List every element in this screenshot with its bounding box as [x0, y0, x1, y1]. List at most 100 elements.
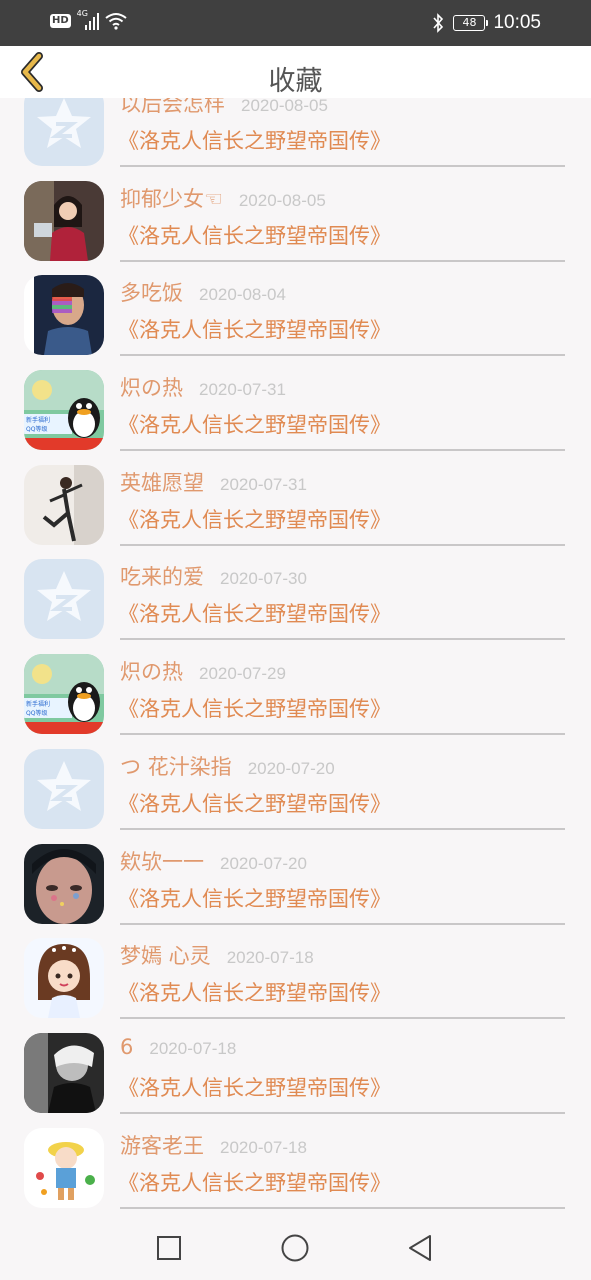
- list-item[interactable]: 多吃饭 2020-08-04 《洛克人信长之野望帝国传》: [0, 263, 591, 358]
- item-header: 多吃饭 2020-08-04: [120, 277, 286, 307]
- divider: [120, 827, 565, 830]
- system-back-button[interactable]: [405, 1233, 435, 1263]
- game-title[interactable]: 《洛克人信长之野望帝国传》: [118, 693, 391, 723]
- page-title: 收藏: [268, 66, 323, 97]
- item-date: 2020-08-05: [241, 98, 328, 115]
- home-button[interactable]: [280, 1233, 310, 1263]
- bluetooth-icon: [433, 13, 444, 33]
- user-name: 梦嫣 心灵: [120, 944, 211, 969]
- square-icon: [157, 1236, 181, 1260]
- item-date: 2020-07-29: [199, 664, 286, 684]
- item-header: 欸欤一一 2020-07-20: [120, 846, 307, 876]
- triangle-back-icon: [409, 1235, 431, 1261]
- clock: 10:05: [493, 12, 541, 33]
- item-header: 抑郁少女☜ 2020-08-05: [120, 183, 326, 213]
- user-name: 英雄愿望: [120, 470, 204, 495]
- user-name: 炽の热: [120, 660, 183, 685]
- divider: [120, 354, 565, 357]
- divider: [120, 449, 565, 452]
- app-header: 收藏: [0, 46, 591, 98]
- item-date: 2020-08-05: [238, 190, 326, 210]
- signal-icon: 4G: [77, 9, 99, 30]
- item-header: つ 花汁染指 2020-07-20: [120, 751, 335, 781]
- divider: [120, 1206, 565, 1209]
- user-name: 以后会怎样: [120, 98, 225, 116]
- hd-badge: HD: [50, 14, 71, 28]
- item-date: 2020-07-20: [247, 758, 335, 778]
- item-header: 以后会怎样 2020-08-05: [120, 98, 328, 118]
- list-item[interactable]: 新手福利 QQ等级 炽の热 2020-07-31 《洛克人信长之野望帝国传》: [0, 358, 591, 453]
- item-date: 2020-07-31: [220, 474, 307, 494]
- game-title[interactable]: 《洛克人信长之野望帝国传》: [118, 314, 391, 344]
- item-header: 炽の热 2020-07-31: [120, 372, 286, 402]
- item-date: 2020-08-04: [199, 285, 286, 305]
- game-title[interactable]: 《洛克人信长之野望帝国传》: [118, 1167, 391, 1197]
- avatar[interactable]: [24, 843, 104, 924]
- svg-text:QQ等级: QQ等级: [26, 709, 47, 717]
- user-name: 炽の热: [120, 376, 183, 401]
- avatar[interactable]: [24, 1127, 104, 1208]
- divider: [120, 733, 565, 736]
- user-name: 6: [120, 1034, 134, 1059]
- recent-apps-button[interactable]: [154, 1233, 184, 1263]
- list-item[interactable]: 吃来的爱 2020-07-30 《洛克人信长之野望帝国传》: [0, 547, 591, 642]
- item-date: 2020-07-20: [220, 853, 307, 873]
- avatar[interactable]: [24, 559, 104, 640]
- item-date: 2020-07-31: [199, 380, 286, 400]
- list-item[interactable]: 游客老王 2020-07-18 《洛克人信长之野望帝国传》: [0, 1116, 591, 1211]
- game-title[interactable]: 《洛克人信长之野望帝国传》: [118, 598, 391, 628]
- avatar[interactable]: [24, 180, 104, 261]
- item-header: 炽の热 2020-07-29: [120, 656, 286, 686]
- avatar[interactable]: [24, 98, 104, 166]
- status-right: 48 10:05: [431, 12, 541, 34]
- svg-text:QQ等级: QQ等级: [26, 425, 47, 433]
- user-name: 游客老王: [120, 1133, 204, 1158]
- game-title[interactable]: 《洛克人信长之野望帝国传》: [118, 1072, 391, 1102]
- avatar[interactable]: [24, 748, 104, 829]
- list-item[interactable]: 英雄愿望 2020-07-31 《洛克人信长之野望帝国传》: [0, 453, 591, 548]
- divider: [120, 922, 565, 925]
- divider: [120, 259, 565, 262]
- item-header: 吃来的爱 2020-07-30: [120, 561, 307, 591]
- avatar[interactable]: 新手福利 QQ等级: [24, 654, 104, 735]
- list-item[interactable]: 新手福利 QQ等级 炽の热 2020-07-29 《洛克人信长之野望帝国传》: [0, 642, 591, 737]
- circle-icon: [281, 1234, 309, 1262]
- user-name: 吃来的爱: [120, 565, 204, 590]
- avatar[interactable]: [24, 938, 104, 1019]
- item-date: 2020-07-18: [226, 948, 314, 968]
- item-date: 2020-07-18: [220, 1137, 307, 1157]
- game-title[interactable]: 《洛克人信长之野望帝国传》: [118, 788, 391, 818]
- list-item[interactable]: 抑郁少女☜ 2020-08-05 《洛克人信长之野望帝国传》: [0, 169, 591, 264]
- game-title[interactable]: 《洛克人信长之野望帝国传》: [118, 883, 391, 913]
- user-name: つ 花汁染指: [120, 754, 232, 779]
- game-title[interactable]: 《洛克人信长之野望帝国传》: [118, 504, 391, 534]
- item-header: 游客老王 2020-07-18: [120, 1130, 307, 1160]
- list-item[interactable]: 以后会怎样 2020-08-05 《洛克人信长之野望帝国传》: [0, 98, 591, 169]
- favorites-list[interactable]: 以后会怎样 2020-08-05 《洛克人信长之野望帝国传》 抑郁少女☜ 2020-08…: [0, 98, 591, 1215]
- list-item[interactable]: 欸欤一一 2020-07-20 《洛克人信长之野望帝国传》: [0, 832, 591, 927]
- status-bar: HD 4G 48 10:05: [0, 0, 591, 46]
- svg-text:新手福利: 新手福利: [26, 700, 50, 708]
- list-item[interactable]: つ 花汁染指 2020-07-20 《洛克人信长之野望帝国传》: [0, 737, 591, 832]
- divider: [120, 543, 565, 546]
- avatar[interactable]: [24, 464, 104, 545]
- item-header: 6 2020-07-18: [120, 1035, 236, 1059]
- game-title[interactable]: 《洛克人信长之野望帝国传》: [118, 409, 391, 439]
- svg-text:新手福利: 新手福利: [26, 416, 50, 424]
- game-title[interactable]: 《洛克人信长之野望帝国传》: [118, 220, 391, 250]
- status-left: HD 4G: [50, 9, 127, 30]
- avatar[interactable]: [24, 1032, 104, 1113]
- item-date: 2020-07-30: [220, 569, 307, 589]
- item-header: 英雄愿望 2020-07-31: [120, 467, 307, 497]
- avatar[interactable]: [24, 275, 104, 356]
- item-date: 2020-07-18: [149, 1038, 237, 1058]
- list-item[interactable]: 梦嫣 心灵 2020-07-18 《洛克人信长之野望帝国传》: [0, 926, 591, 1021]
- game-title[interactable]: 《洛克人信长之野望帝国传》: [118, 125, 391, 155]
- list-item[interactable]: 6 2020-07-18 《洛克人信长之野望帝国传》: [0, 1021, 591, 1116]
- game-title[interactable]: 《洛克人信长之野望帝国传》: [118, 977, 391, 1007]
- wifi-icon: [105, 13, 127, 30]
- divider: [120, 165, 565, 167]
- divider: [120, 638, 565, 641]
- user-name: 多吃饭: [120, 281, 183, 306]
- avatar[interactable]: 新手福利 QQ等级: [24, 370, 104, 451]
